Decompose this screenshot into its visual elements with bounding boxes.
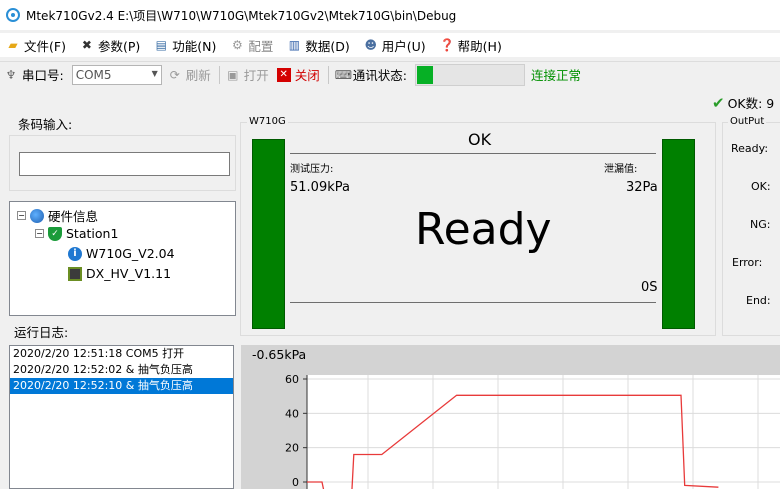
window-title: Mtek710Gv2.4 E:\项目\W710\W710G\Mtek710Gv2… bbox=[26, 8, 457, 23]
chevron-down-icon: ▼ bbox=[151, 68, 158, 78]
log-entry[interactable]: 2020/2/20 12:51:18 COM5 打开 bbox=[10, 346, 233, 362]
barcode-input[interactable] bbox=[19, 152, 230, 176]
menu-file[interactable]: ▰ 文件(F) bbox=[6, 36, 66, 55]
chart-icon: ▥ bbox=[288, 38, 301, 52]
document-icon: ▤ bbox=[155, 38, 167, 52]
chart-plot-area bbox=[307, 375, 780, 489]
tree-node-station[interactable]: − ✓ Station1 bbox=[35, 226, 118, 241]
ok-count: ✔ OK数: 9 bbox=[712, 93, 775, 112]
refresh-button[interactable]: ⟳ 刷新 bbox=[168, 65, 211, 84]
tree-node-device[interactable]: DX_HV_V1.11 bbox=[68, 266, 171, 281]
open-icon: ▣ bbox=[227, 67, 239, 82]
pressure-value: 51.09kPa bbox=[290, 180, 350, 195]
tree-node-hardware[interactable]: − 硬件信息 bbox=[17, 206, 98, 225]
tools-icon: ✖ bbox=[81, 38, 92, 52]
menu-help[interactable]: ❓ 帮助(H) bbox=[440, 36, 502, 55]
chart-y-tick-label: 60 bbox=[285, 373, 299, 386]
log-list[interactable]: 2020/2/20 12:51:18 COM5 打开 2020/2/20 12:… bbox=[9, 345, 234, 489]
connection-status: 连接正常 bbox=[530, 68, 581, 83]
right-status-bar bbox=[662, 139, 695, 329]
bottom-divider bbox=[290, 302, 656, 303]
leak-value: 32Pa bbox=[626, 180, 658, 195]
status-text: Ready bbox=[415, 204, 552, 255]
title-bar: Mtek710Gv2.4 E:\项目\W710\W710G\Mtek710Gv2… bbox=[0, 0, 780, 30]
output-group-title: OutPut bbox=[728, 116, 767, 127]
log-entry[interactable]: 2020/2/20 12:52:02 & 抽气负压高 bbox=[10, 362, 233, 378]
comm-status-bar bbox=[414, 63, 525, 86]
output-ok-label: OK: bbox=[751, 180, 771, 193]
barcode-label: 条码输入: bbox=[18, 117, 73, 132]
close-button[interactable]: ✕ 关闭 bbox=[276, 65, 320, 84]
log-label: 运行日志: bbox=[14, 325, 69, 340]
result-divider bbox=[290, 153, 656, 154]
menu-bar: ▰ 文件(F) ✖ 参数(P) ▤ 功能(N) ⚙ 配置 ▥ 数据(D) ☻ 用… bbox=[0, 33, 780, 57]
chart-y-tick-label: 40 bbox=[285, 407, 299, 420]
log-entry-selected[interactable]: 2020/2/20 12:52:10 & 抽气负压高 bbox=[10, 378, 233, 394]
menu-users[interactable]: ☻ 用户(U) bbox=[364, 36, 426, 55]
menu-params[interactable]: ✖ 参数(P) bbox=[80, 36, 140, 55]
output-ng-label: NG: bbox=[750, 218, 771, 231]
close-icon: ✕ bbox=[276, 67, 291, 82]
collapse-icon[interactable]: − bbox=[35, 229, 44, 238]
globe-icon bbox=[30, 208, 44, 223]
folder-icon: ▰ bbox=[8, 38, 18, 52]
toolbar: ♆ 串口号: COM5 ▼ ⟳ 刷新 ▣ 打开 ✕ 关闭 ⌨ 通讯状态: 连接正… bbox=[0, 61, 780, 87]
output-error-label: Error: bbox=[732, 256, 763, 269]
leak-label: 泄漏值: bbox=[604, 164, 638, 175]
comm-status-label: 通讯状态: bbox=[352, 68, 407, 83]
toolbar-separator bbox=[327, 65, 329, 84]
time-value: 0S bbox=[641, 280, 658, 295]
app-icon bbox=[6, 8, 20, 22]
w710g-group-title: W710G bbox=[247, 116, 288, 127]
port-icon: ♆ bbox=[5, 67, 17, 82]
output-ready-label: Ready: bbox=[731, 142, 769, 155]
info-icon: i bbox=[68, 246, 82, 261]
chart-y-tick-label: 20 bbox=[285, 442, 299, 455]
port-select[interactable]: COM5 ▼ bbox=[71, 64, 162, 85]
chart-y-tick-label: 0 bbox=[292, 476, 299, 489]
collapse-icon[interactable]: − bbox=[17, 211, 26, 220]
check-icon: ✔ bbox=[712, 93, 725, 112]
chart-plot: 0 20 40 60 bbox=[285, 373, 780, 489]
tree-node-device[interactable]: i W710G_V2.04 bbox=[68, 246, 175, 261]
port-label: 串口号: bbox=[22, 68, 64, 83]
menu-data[interactable]: ▥ 数据(D) bbox=[287, 36, 350, 55]
result-text: OK bbox=[468, 130, 492, 149]
gear-icon: ⚙ bbox=[231, 38, 243, 52]
open-button[interactable]: ▣ 打开 bbox=[226, 65, 269, 84]
left-status-bar bbox=[252, 139, 285, 329]
hardware-tree: − 硬件信息 − ✓ Station1 i W710G_V2.04 DX_HV_… bbox=[9, 201, 236, 316]
users-icon: ☻ bbox=[364, 38, 378, 52]
output-end-label: End: bbox=[746, 294, 771, 307]
refresh-icon: ⟳ bbox=[169, 67, 180, 82]
toolbar-separator bbox=[218, 65, 220, 84]
pressure-chart: -0.65kPa 0 20 40 60 bbox=[241, 345, 780, 489]
board-icon bbox=[68, 266, 82, 281]
help-icon: ❓ bbox=[439, 38, 455, 52]
comm-status-fill bbox=[416, 65, 433, 84]
menu-config[interactable]: ⚙ 配置 bbox=[230, 36, 273, 55]
menu-functions[interactable]: ▤ 功能(N) bbox=[154, 36, 217, 55]
pressure-label: 测试压力: bbox=[290, 164, 334, 175]
shield-check-icon: ✓ bbox=[48, 226, 62, 241]
comm-icon: ⌨ bbox=[334, 67, 353, 82]
